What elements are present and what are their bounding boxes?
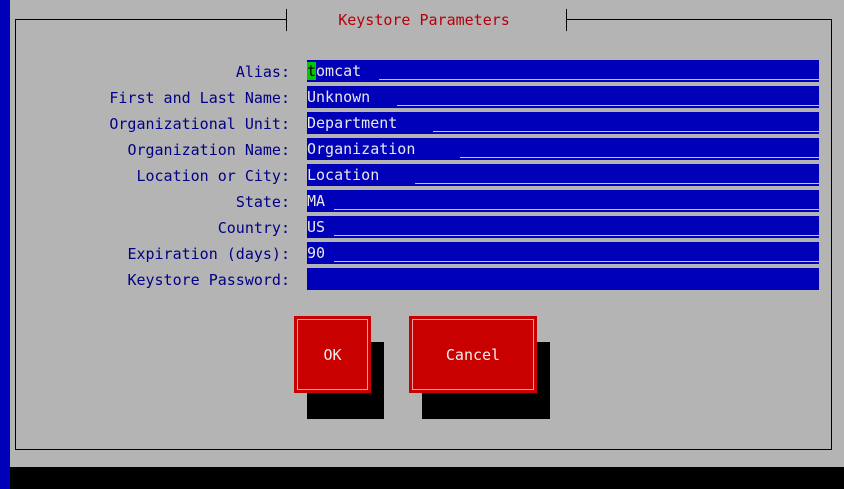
first-last-name-input[interactable]: Unknown <box>307 86 819 108</box>
frame-left <box>15 19 16 449</box>
cancel-button[interactable]: Cancel <box>409 316 537 393</box>
label-location-city: Location or City: <box>136 167 290 185</box>
location-city-value: Location <box>307 166 380 184</box>
first-last-name-value: Unknown <box>307 88 371 106</box>
left-screen-strip <box>0 0 10 489</box>
organization-name-value: Organization <box>307 140 416 158</box>
text-cursor: t <box>307 62 317 80</box>
field-underline <box>433 131 819 132</box>
label-state: State: <box>235 193 290 211</box>
bottom-status-bar <box>10 467 844 489</box>
location-city-input[interactable]: Location <box>307 164 819 186</box>
label-expiration-days: Expiration (days): <box>127 245 290 263</box>
label-alias: Alias: <box>235 63 290 81</box>
state-value: MA <box>307 192 326 210</box>
label-country: Country: <box>217 219 290 237</box>
label-organizational-unit: Organizational Unit: <box>109 115 290 133</box>
country-input[interactable]: US <box>307 216 819 238</box>
field-underline <box>415 183 819 184</box>
label-keystore-password: Keystore Password: <box>127 271 290 289</box>
organizational-unit-value: Department <box>307 114 398 132</box>
frame-top-right <box>567 19 831 20</box>
dialog-title: Keystore Parameters <box>338 11 510 29</box>
expiration-days-value: 90 <box>307 244 326 262</box>
field-underline <box>379 79 819 80</box>
field-underline <box>334 235 819 236</box>
organizational-unit-input[interactable]: Department <box>307 112 819 134</box>
country-value: US <box>307 218 326 236</box>
alias-value: tomcat <box>307 62 362 80</box>
keystore-password-input[interactable] <box>307 268 819 290</box>
label-first-last-name: First and Last Name: <box>109 89 290 107</box>
frame-title-left-tick <box>286 9 287 31</box>
expiration-days-input[interactable]: 90 <box>307 242 819 264</box>
ok-button[interactable]: OK <box>294 316 371 393</box>
frame-title-right-tick <box>566 9 567 31</box>
ok-button-label: OK <box>297 319 368 390</box>
frame-top-left <box>15 19 286 20</box>
state-input[interactable]: MA <box>307 190 819 212</box>
field-underline <box>334 261 819 262</box>
cancel-button-label: Cancel <box>412 319 534 390</box>
frame-right <box>831 19 832 449</box>
field-underline <box>460 157 819 158</box>
alias-input[interactable]: tomcat <box>307 60 819 82</box>
organization-name-input[interactable]: Organization <box>307 138 819 160</box>
field-underline <box>334 209 819 210</box>
frame-bottom <box>15 449 832 450</box>
label-organization-name: Organization Name: <box>127 141 290 159</box>
field-underline <box>397 105 819 106</box>
